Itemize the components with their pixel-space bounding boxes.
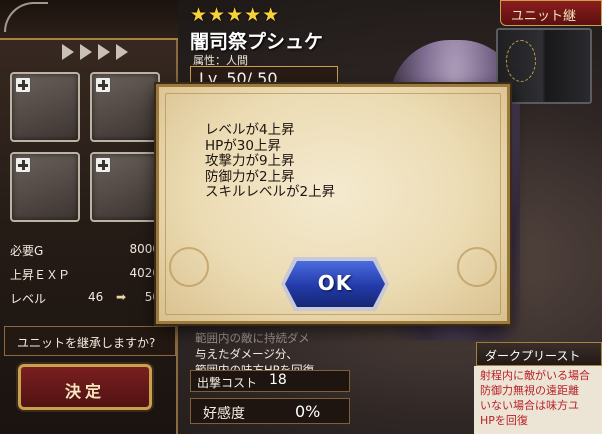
unit-inherit-screen: 必要G 8000 上昇ＥＸＰ 4020 レベル 46 ➡ 50 ユニットを継承し… bbox=[0, 0, 602, 434]
affection-row: 好感度 0% bbox=[190, 398, 350, 424]
plus-icon bbox=[15, 77, 31, 93]
description-line: 範囲内の敵に持続ダメ bbox=[195, 331, 310, 345]
material-arrows bbox=[62, 44, 128, 60]
material-slot-2[interactable] bbox=[90, 72, 160, 142]
result-line: レベルが4上昇 bbox=[205, 122, 295, 138]
plus-icon bbox=[95, 157, 111, 173]
result-line: 攻撃力が9上昇 bbox=[205, 153, 295, 170]
sortie-cost-row: 出撃コスト 18 bbox=[190, 370, 350, 392]
required-gold-row: 必要G 8000 bbox=[10, 240, 160, 260]
required-gold-label: 必要G bbox=[10, 244, 44, 258]
result-line: HPが30上昇 bbox=[205, 137, 281, 154]
skill-line: HPを回復 bbox=[480, 414, 528, 427]
arrow-right-icon bbox=[80, 44, 92, 60]
class-skill-title: ダークプリースト bbox=[476, 342, 602, 366]
panel-header-frame bbox=[0, 0, 178, 40]
unit-inherit-tab[interactable]: ユニット継 bbox=[500, 0, 602, 26]
inherit-panel: 必要G 8000 上昇ＥＸＰ 4020 レベル 46 ➡ 50 ユニットを継承し… bbox=[0, 0, 178, 434]
affection-value: 0% bbox=[295, 402, 321, 421]
arrow-right-icon: ➡ bbox=[116, 290, 127, 304]
result-line: 防御力が2上昇 bbox=[205, 168, 295, 185]
level-up-result-dialog: レベルが4上昇 HPが30上昇 攻撃力が9上昇 防御力が2上昇 スキルレベルが2… bbox=[156, 84, 510, 324]
sortie-cost-label: 出撃コスト bbox=[197, 376, 258, 390]
sortie-cost-value: 18 bbox=[269, 372, 287, 388]
wing-ornament-icon bbox=[4, 2, 48, 32]
exp-gain-label: 上昇ＥＸＰ bbox=[10, 268, 71, 282]
level-from-value: 46 bbox=[88, 290, 104, 304]
ok-button[interactable]: OK bbox=[285, 261, 385, 307]
arrow-right-icon bbox=[62, 44, 74, 60]
material-slot-3[interactable] bbox=[10, 152, 80, 222]
ornament-icon bbox=[457, 247, 497, 287]
result-text: レベルが4上昇 HPが30上昇 攻撃力が9上昇 防御力が2上昇 スキルレベルが2… bbox=[205, 122, 336, 201]
description-line: 与えたダメージ分、 bbox=[195, 347, 298, 361]
arrow-right-icon bbox=[98, 44, 110, 60]
skill-line: いない場合は味方ユ bbox=[480, 399, 579, 412]
unit-name: 闇司祭プシュケ bbox=[190, 31, 324, 53]
plus-icon bbox=[15, 157, 31, 173]
level-change-label: レベル bbox=[10, 292, 47, 306]
affection-label: 好感度 bbox=[203, 406, 245, 422]
inherit-question: ユニットを継承しますか? bbox=[4, 326, 176, 356]
exp-gain-row: 上昇ＥＸＰ 4020 bbox=[10, 264, 160, 284]
class-skill-description: 射程内に敵がいる場合 防御力無視の遠距離 いない場合は味方ユ HPを回復 bbox=[474, 366, 602, 434]
material-slot-4[interactable] bbox=[90, 152, 160, 222]
spellbook-icon bbox=[496, 28, 592, 104]
skill-line: 射程内に敵がいる場合 bbox=[480, 369, 590, 382]
plus-icon bbox=[95, 77, 111, 93]
decide-button[interactable]: 決定 bbox=[18, 364, 152, 410]
level-change-row: レベル 46 ➡ 50 bbox=[10, 288, 160, 308]
ornament-icon bbox=[169, 247, 209, 287]
material-slot-1[interactable] bbox=[10, 72, 80, 142]
result-line: スキルレベルが2上昇 bbox=[205, 184, 336, 201]
rarity-stars: ★★★★★ bbox=[190, 4, 281, 26]
arrow-right-icon bbox=[116, 44, 128, 60]
skill-line: 防御力無視の遠距離 bbox=[480, 384, 579, 397]
